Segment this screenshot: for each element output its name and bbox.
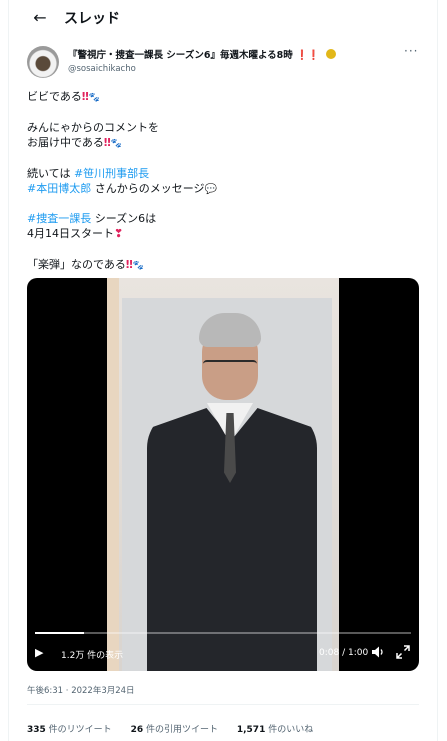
hashtag-link[interactable]: #本田博太郎 <box>27 182 91 195</box>
likes-label: 件のいいね <box>268 725 314 735</box>
speech-bubble-icon: 💬 <box>204 184 217 195</box>
video-time: 0:08 / 1:00 <box>319 648 369 658</box>
double-exclamation-emoji: ‼ <box>81 90 89 103</box>
tweet-text: さんからのメッセージ <box>91 182 205 195</box>
volume-icon[interactable] <box>371 645 385 659</box>
hashtag-link[interactable]: #捜査一課長 <box>27 212 91 225</box>
tweet-line: #本田博太郎 さんからのメッセージ💬 <box>27 181 217 197</box>
author-display-name[interactable]: 『警視庁・捜査一課長 シーズン6』毎週木曜よる8時 ❗❗ <box>68 47 337 61</box>
more-options-icon[interactable]: ··· <box>404 44 418 58</box>
tweet-line: ビビである‼🐾 <box>27 89 100 106</box>
tweet-text: ビビである <box>27 90 82 103</box>
man-in-suit <box>147 308 317 671</box>
retweets-count: 335 <box>27 725 46 735</box>
progress-bar[interactable] <box>35 632 411 634</box>
tweet-text: シーズン6は <box>91 212 157 225</box>
tweet-timestamp[interactable]: 午後6:31 · 2022年3月24日 <box>27 684 135 696</box>
quotes-stat[interactable]: 26 件の引用ツイート <box>131 725 218 735</box>
paw-prints-icon: 🐾 <box>132 261 145 271</box>
tweet-text: 4月14日スタート <box>27 227 114 240</box>
tweet-line: 4月14日スタート❣ <box>27 226 123 241</box>
double-exclamation-emoji: ‼ <box>103 136 111 149</box>
glasses <box>203 360 257 374</box>
page-title: スレッド <box>64 11 120 27</box>
engagement-stats: 335 件のリツイート 26 件の引用ツイート 1,571 件のいいね <box>27 722 329 735</box>
tweet-line: 「楽弾」なのである‼🐾 <box>27 257 144 274</box>
paw-prints-icon: 🐾 <box>88 93 101 103</box>
retweets-stat[interactable]: 335 件のリツイート <box>27 725 112 735</box>
video-player[interactable]: ▶ 1.2万 件の表示 0:08 / 1:00 <box>27 278 419 671</box>
likes-count: 1,571 <box>236 725 266 735</box>
hair <box>199 313 261 347</box>
tweet-line: お届け中である‼🐾 <box>27 135 122 152</box>
tweet-text: お届け中である <box>27 136 104 149</box>
quotes-label: 件の引用ツイート <box>145 725 218 735</box>
tweet-text: 「楽弾」なのである <box>27 258 126 271</box>
likes-stat[interactable]: 1,571 件のいいね <box>237 725 313 735</box>
hashtag-link[interactable]: #笹川刑事部長 <box>74 167 149 180</box>
verified-badge-icon <box>326 49 337 59</box>
play-icon[interactable]: ▶ <box>35 646 49 660</box>
progress-fill <box>35 632 84 634</box>
double-exclamation-emoji: ‼ <box>125 258 133 271</box>
quotes-count: 26 <box>130 725 144 735</box>
thread-header: ← スレッド <box>8 0 438 38</box>
author-name-text: 『警視庁・捜査一課長 シーズン6』毎週木曜よる8時 <box>68 50 293 61</box>
back-arrow-icon[interactable]: ← <box>28 6 52 30</box>
retweets-label: 件のリツイート <box>48 725 112 735</box>
divider <box>27 704 419 705</box>
tweet-line: 続いては #笹川刑事部長 <box>27 166 149 181</box>
author-handle[interactable]: @sosaichikacho <box>68 64 136 74</box>
paw-prints-icon: 🐾 <box>110 139 123 149</box>
tweet-line: #捜査一課長 シーズン6は <box>27 211 156 226</box>
curtain <box>107 278 119 671</box>
fullscreen-icon[interactable] <box>396 645 410 659</box>
avatar[interactable] <box>27 46 59 78</box>
tweet-text: 続いては <box>27 167 74 180</box>
view-count: 1.2万 件の表示 <box>61 651 124 661</box>
exclamation-emoji: ❗❗ <box>296 50 320 61</box>
heart-exclamation-emoji: ❣ <box>114 227 124 240</box>
tweet-line: みんにゃからのコメントを <box>27 121 159 134</box>
